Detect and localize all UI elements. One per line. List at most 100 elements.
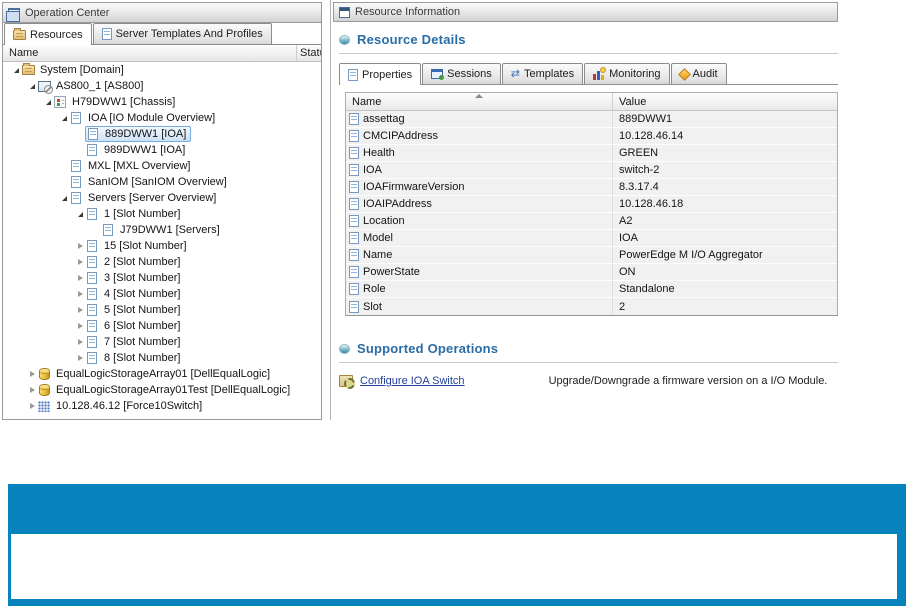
table-row[interactable]: HealthGREEN (346, 145, 837, 162)
expander-icon[interactable] (11, 68, 21, 73)
resource-information-titlebar: Resource Information (333, 2, 838, 22)
table-row[interactable]: IOAFirmwareVersion8.3.17.4 (346, 179, 837, 196)
tab-label: Sessions (447, 68, 492, 80)
expander-icon[interactable] (75, 259, 85, 265)
properties-table-header: Name Value (346, 93, 837, 111)
monitoring-icon (593, 68, 605, 80)
table-row[interactable]: ModelIOA (346, 230, 837, 247)
column-header-name[interactable]: Name (346, 93, 613, 110)
document-icon (349, 301, 359, 313)
table-row[interactable]: NamePowerEdge M I/O Aggregator (346, 247, 837, 264)
document-icon (87, 320, 97, 332)
tree-item-h79dww1[interactable]: H79DWW1 [Chassis] (3, 94, 321, 110)
column-header-value[interactable]: Value (613, 93, 837, 110)
configure-ioa-switch-link[interactable]: Configure IOA Switch (360, 375, 465, 387)
annotation-body (8, 534, 906, 606)
expander-icon[interactable] (59, 196, 69, 201)
expander-icon[interactable] (27, 371, 37, 377)
tab-label: Resources (30, 29, 83, 41)
tree-item-mxl[interactable]: MXL [MXL Overview] (3, 158, 321, 174)
document-icon (87, 272, 97, 284)
tree-item-889dww1-selected[interactable]: 889DWW1 [IOA] (3, 126, 321, 142)
tree-item-ioa[interactable]: IOA [IO Module Overview] (3, 110, 321, 126)
switch-icon (38, 401, 50, 412)
table-row[interactable]: IOAswitch-2 (346, 162, 837, 179)
section-orb-icon (339, 344, 350, 354)
section-orb-icon (339, 35, 350, 45)
expander-icon[interactable] (75, 339, 85, 345)
tree-item-slot-5[interactable]: 5 [Slot Number] (3, 302, 321, 318)
document-icon (88, 128, 98, 140)
expander-icon[interactable] (27, 84, 37, 89)
document-icon (71, 192, 81, 204)
details-tab-bar: Properties Sessions Templates Monitoring… (339, 62, 838, 85)
tab-label: Templates (524, 68, 574, 80)
expander-icon[interactable] (75, 275, 85, 281)
tree-item-saniom[interactable]: SanIOM [SanIOM Overview] (3, 174, 321, 190)
tab-resources[interactable]: Resources (4, 23, 92, 45)
tree-item-system[interactable]: System [Domain] (3, 62, 321, 78)
tree-item-equallogic-01[interactable]: EqualLogicStorageArray01 [DellEqualLogic… (3, 366, 321, 382)
document-icon (87, 256, 97, 268)
folder-icon (13, 30, 26, 40)
tree-item-slot-8[interactable]: 8 [Slot Number] (3, 350, 321, 366)
table-row[interactable]: CMCIPAddress10.128.46.14 (346, 128, 837, 145)
document-icon (348, 69, 358, 81)
tab-properties[interactable]: Properties (339, 63, 421, 85)
document-icon (71, 160, 81, 172)
tab-audit[interactable]: Audit (671, 63, 727, 84)
column-header-name[interactable]: Name (3, 45, 297, 61)
expander-icon[interactable] (75, 291, 85, 297)
expander-icon[interactable] (75, 212, 85, 217)
tree-item-slot-2[interactable]: 2 [Slot Number] (3, 254, 321, 270)
document-icon (349, 249, 359, 261)
expander-icon[interactable] (59, 116, 69, 121)
table-row[interactable]: IOAIPAddress10.128.46.18 (346, 196, 837, 213)
tree-item-j79dww1[interactable]: J79DWW1 [Servers] (3, 222, 321, 238)
document-icon (87, 144, 97, 156)
tab-server-templates-and-profiles[interactable]: Server Templates And Profiles (93, 23, 272, 44)
panel-title: Resource Information (355, 6, 460, 18)
tree-item-equallogic-01-test[interactable]: EqualLogicStorageArray01Test [DellEqualL… (3, 382, 321, 398)
operation-center-panel: Operation Center Resources Server Templa… (2, 2, 322, 420)
column-header-status[interactable]: Status (297, 45, 321, 61)
storage-icon (39, 384, 50, 396)
table-row[interactable]: RoleStandalone (346, 281, 837, 298)
tree-column-header: Name Status (3, 45, 321, 62)
tree-item-slot-3[interactable]: 3 [Slot Number] (3, 270, 321, 286)
folder-icon (22, 65, 35, 75)
tree-item-slot-6[interactable]: 6 [Slot Number] (3, 318, 321, 334)
tree-item-as800-1[interactable]: AS800_1 [AS800] (3, 78, 321, 94)
operation-description: Upgrade/Downgrade a firmware version on … (549, 375, 828, 387)
tab-sessions[interactable]: Sessions (422, 63, 501, 84)
expander-icon[interactable] (75, 243, 85, 249)
table-row[interactable]: LocationA2 (346, 213, 837, 230)
tab-monitoring[interactable]: Monitoring (584, 63, 669, 84)
table-row[interactable]: assettag889DWW1 (346, 111, 837, 128)
tree-item-force10-switch[interactable]: 10.128.46.12 [Force10Switch] (3, 398, 321, 414)
window-icon (339, 7, 350, 18)
tree-item-servers[interactable]: Servers [Server Overview] (3, 190, 321, 206)
tree-item-989dww1[interactable]: 989DWW1 [IOA] (3, 142, 321, 158)
properties-table: Name Value assettag889DWW1 CMCIPAddress1… (345, 92, 838, 316)
table-row[interactable]: PowerStateON (346, 264, 837, 281)
expander-icon[interactable] (43, 100, 53, 105)
document-icon (103, 224, 113, 236)
expander-icon[interactable] (75, 355, 85, 361)
expander-icon[interactable] (27, 403, 37, 409)
tab-templates[interactable]: Templates (502, 63, 583, 84)
audit-icon (678, 68, 691, 81)
server-icon (38, 81, 51, 92)
expander-icon[interactable] (75, 323, 85, 329)
document-icon (349, 198, 359, 210)
sort-asc-icon (475, 94, 483, 98)
tree-item-slot-7[interactable]: 7 [Slot Number] (3, 334, 321, 350)
tree-item-slot-15[interactable]: 15 [Slot Number] (3, 238, 321, 254)
tree-item-slot-4[interactable]: 4 [Slot Number] (3, 286, 321, 302)
expander-icon[interactable] (75, 307, 85, 313)
table-row[interactable]: Slot2 (346, 298, 837, 315)
document-icon (87, 352, 97, 364)
tree-item-slot-1[interactable]: 1 [Slot Number] (3, 206, 321, 222)
expander-icon[interactable] (27, 387, 37, 393)
chassis-icon (54, 96, 66, 108)
